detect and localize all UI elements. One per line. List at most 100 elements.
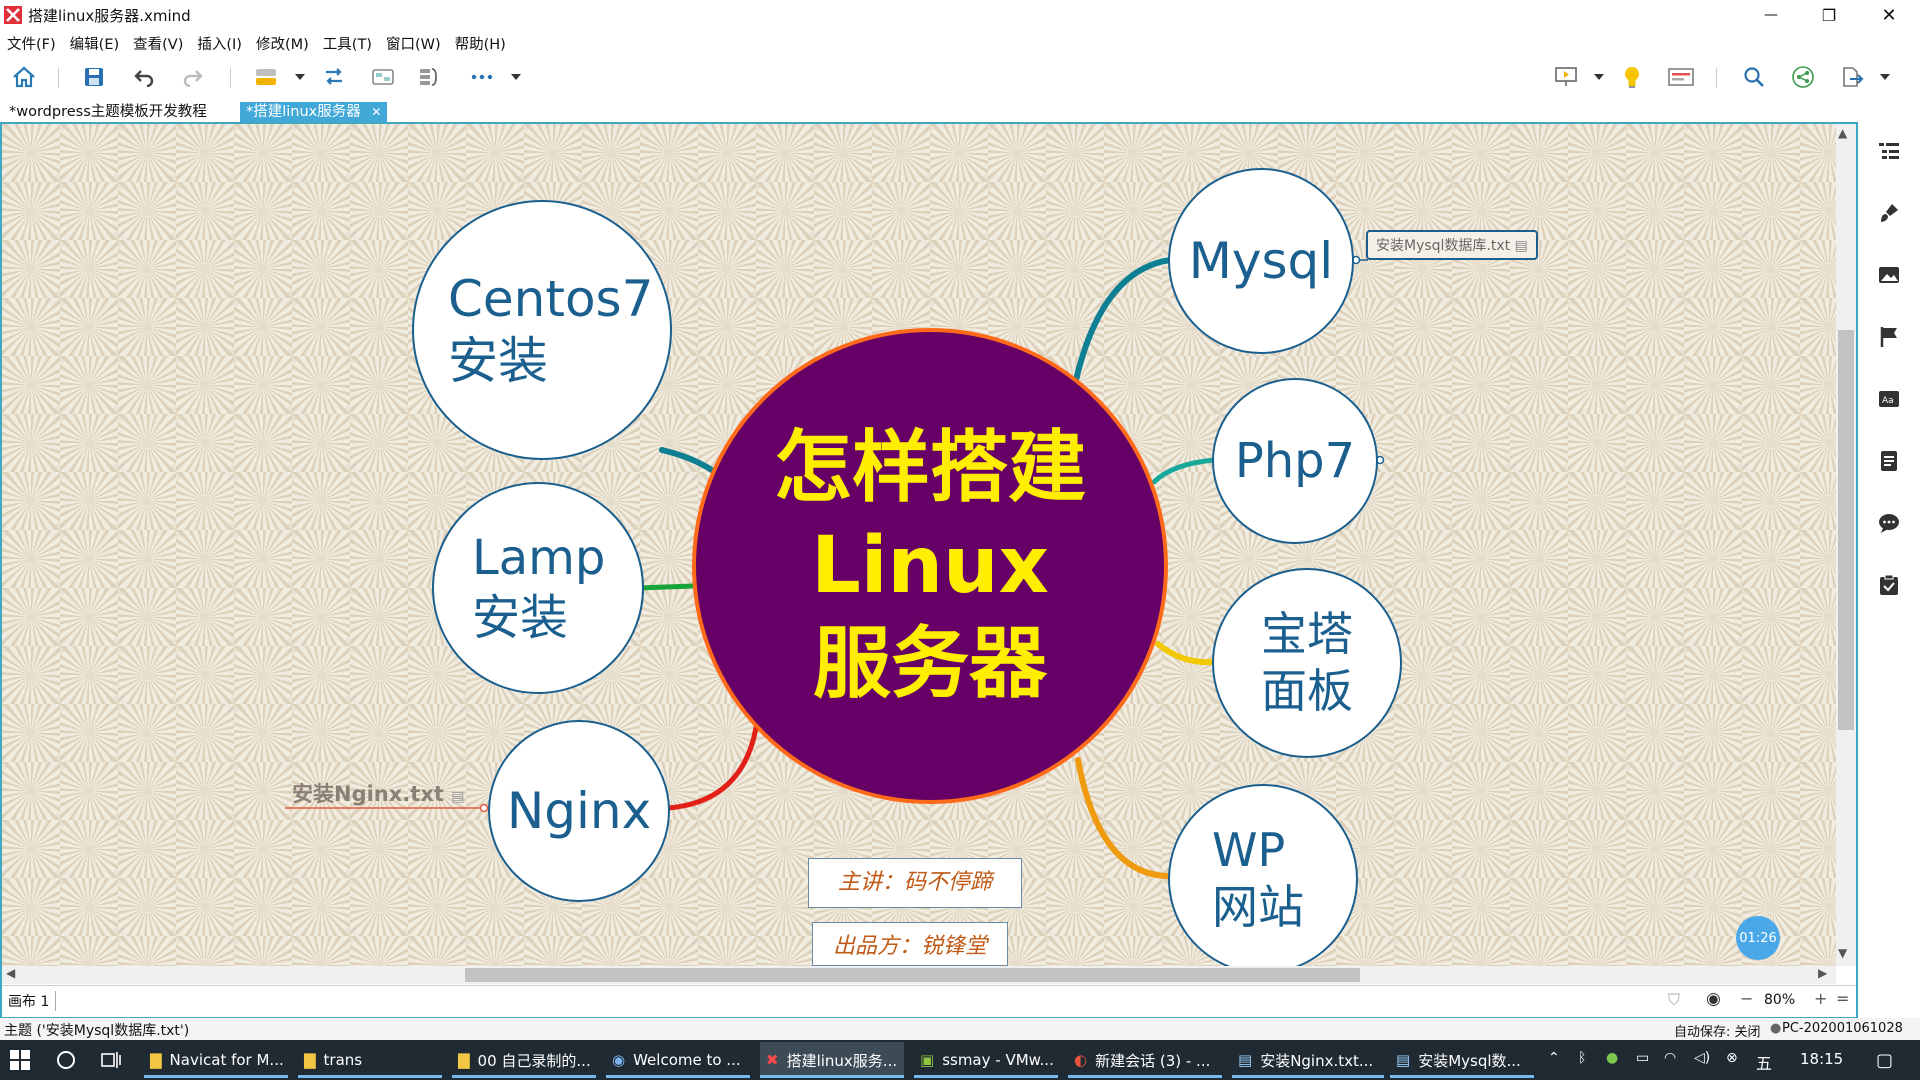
text-style-icon: Aa [1879, 391, 1899, 407]
scroll-right-icon[interactable]: ▶ [1818, 966, 1827, 980]
minimize-button[interactable]: — [1748, 0, 1794, 30]
topic-baota-panel[interactable]: 宝塔 面板 [1212, 568, 1402, 758]
tray-app-icon[interactable]: ● [1606, 1050, 1618, 1066]
sheet-tab[interactable]: 画布 1 [8, 991, 57, 1011]
summary-button[interactable] [416, 64, 444, 90]
taskbar-item-nginx-txt[interactable]: ▤ 安装Nginx.txt... [1232, 1042, 1384, 1078]
close-button[interactable]: ✕ [1866, 0, 1912, 30]
search-button[interactable] [56, 1050, 76, 1074]
scroll-down-icon[interactable]: ▼ [1838, 946, 1847, 960]
vertical-scrollbar-thumb[interactable] [1838, 330, 1854, 730]
bluetooth-icon[interactable]: ᛒ [1578, 1050, 1586, 1066]
zoom-in-button[interactable]: + [1814, 989, 1827, 1008]
presentation-button[interactable] [1552, 64, 1580, 90]
taskbar-item-recordings[interactable]: ▇ 00 自己录制的... [452, 1042, 596, 1078]
mysql-attachment[interactable]: 安装Mysql数据库.txt ▤ [1366, 230, 1538, 260]
horizontal-scrollbar-thumb[interactable] [465, 968, 1360, 982]
taskbar-item-browser[interactable]: ◉ Welcome to ... [606, 1042, 750, 1078]
taskbar-clock[interactable]: 18:15 [1800, 1050, 1843, 1068]
zoom-fit-button[interactable]: = [1836, 989, 1849, 1008]
topic-wp-site[interactable]: WP 网站 [1168, 784, 1358, 966]
producer-box[interactable]: 出品方：锐锋堂 [812, 922, 1008, 966]
tab-linux-server[interactable]: *搭建linux服务器 ✕ [240, 102, 388, 123]
menu-tools[interactable]: 工具(T) [316, 30, 379, 54]
notification-center-icon[interactable]: ▢ [1876, 1050, 1893, 1071]
menu-edit[interactable]: 编辑(E) [63, 30, 126, 54]
topic-mysql[interactable]: Mysql [1168, 168, 1354, 354]
central-topic[interactable]: 怎样搭建 Linux 服务器 [692, 328, 1168, 804]
connector-wp [1075, 757, 1175, 880]
taskbar-item-vmware[interactable]: ▣ ssmay - VMw... [914, 1042, 1058, 1078]
xmind-logo-icon [4, 6, 22, 24]
battery-icon[interactable]: ▭ [1636, 1050, 1649, 1066]
task-view-button[interactable] [100, 1050, 122, 1074]
taskbar-item-xmind[interactable]: ✖ 搭建linux服务... [760, 1042, 904, 1078]
relationship-button[interactable] [320, 64, 348, 90]
share-button[interactable] [1789, 64, 1817, 90]
scroll-up-icon[interactable]: ▲ [1838, 126, 1847, 140]
taskbar-item-label: 安装Nginx.txt... [1260, 1051, 1374, 1070]
scroll-left-icon[interactable]: ◀ [6, 966, 15, 980]
taskbar-item-trans[interactable]: ▇ trans [298, 1042, 442, 1078]
wifi-icon[interactable]: ◠ [1664, 1050, 1676, 1066]
menu-insert[interactable]: 插入(I) [190, 30, 249, 54]
chevron-down-icon[interactable] [1594, 74, 1604, 80]
image-panel-button[interactable] [1876, 262, 1902, 288]
redo-button[interactable] [179, 64, 207, 90]
timer-badge[interactable]: 01:26 [1736, 916, 1780, 960]
tray-close-circle-icon[interactable]: ⊗ [1726, 1050, 1738, 1066]
autosave-status[interactable]: 自动保存: 关闭 [1674, 1021, 1761, 1040]
notes-panel-button[interactable] [1876, 448, 1902, 474]
undo-button[interactable] [130, 64, 158, 90]
summary-icon [420, 68, 437, 86]
style-panel-button[interactable]: Aa [1876, 386, 1902, 412]
outline-panel-button[interactable] [1876, 138, 1902, 164]
mindmap-canvas[interactable]: 怎样搭建 Linux 服务器 Centos7 安装 Lamp 安装 Nginx … [2, 124, 1836, 966]
eye-icon[interactable]: ◉ [1706, 989, 1721, 1009]
menu-view[interactable]: 查看(V) [126, 30, 190, 54]
taskbar-item-mysql-txt[interactable]: ▤ 安装Mysql数... [1390, 1042, 1534, 1078]
sheet-label: 画布 1 [8, 994, 50, 1010]
taskbar-item-label: 安装Mysql数... [1418, 1051, 1521, 1070]
boundary-button[interactable] [369, 64, 397, 90]
topic-label: 宝塔 [1261, 606, 1353, 661]
chevron-down-icon[interactable] [511, 74, 521, 80]
export-button[interactable] [1838, 64, 1866, 90]
tab-wordpress[interactable]: *wordpress主题模板开发教程 [3, 102, 213, 123]
marker-panel-button[interactable] [1876, 324, 1902, 350]
topic-centos7-install[interactable]: Centos7 安装 [412, 200, 672, 460]
zoom-out-button[interactable]: − [1740, 989, 1753, 1008]
topic-php7[interactable]: Php7 [1212, 378, 1378, 544]
brainstorm-button[interactable] [1618, 64, 1646, 90]
maximize-button[interactable]: ❐ [1806, 0, 1852, 30]
tab-label: *wordpress主题模板开发教程 [9, 104, 207, 120]
save-button[interactable] [80, 64, 108, 90]
more-button[interactable] [468, 64, 496, 90]
volume-icon[interactable]: ◁) [1694, 1050, 1710, 1066]
task-panel-button[interactable] [1876, 572, 1902, 598]
tray-chevron-up-icon[interactable]: ⌃ [1548, 1050, 1560, 1066]
topic-lamp-install[interactable]: Lamp 安装 [432, 482, 644, 694]
cortana-icon [57, 1051, 75, 1069]
presenter-box[interactable]: 主讲：码不停蹄 [808, 858, 1022, 908]
insert-topic-button[interactable] [252, 64, 280, 90]
chevron-down-icon[interactable] [1880, 74, 1890, 80]
menu-modify[interactable]: 修改(M) [249, 30, 316, 54]
nginx-attachment[interactable]: 安装Nginx.txt ▤ [292, 778, 464, 808]
ime-indicator[interactable]: 五 [1756, 1050, 1772, 1074]
format-panel-button[interactable] [1876, 200, 1902, 226]
home-button[interactable] [10, 64, 38, 90]
search-button[interactable] [1740, 64, 1768, 90]
menu-window[interactable]: 窗口(W) [379, 30, 448, 54]
windows-start-button[interactable] [10, 1050, 30, 1074]
topic-nginx[interactable]: Nginx [488, 720, 670, 902]
filter-icon[interactable]: ⛉ [1668, 990, 1680, 1010]
menu-file[interactable]: 文件(F) [0, 30, 63, 54]
chevron-down-icon[interactable] [295, 74, 305, 80]
outliner-button[interactable] [1667, 64, 1695, 90]
menu-help[interactable]: 帮助(H) [448, 30, 513, 54]
comments-panel-button[interactable] [1876, 510, 1902, 536]
taskbar-item-terminal-session[interactable]: ◐ 新建会话 (3) - ... [1068, 1042, 1222, 1078]
tab-close-icon[interactable]: ✕ [371, 105, 381, 119]
taskbar-item-navicat[interactable]: ▇ Navicat for M... [144, 1042, 288, 1078]
